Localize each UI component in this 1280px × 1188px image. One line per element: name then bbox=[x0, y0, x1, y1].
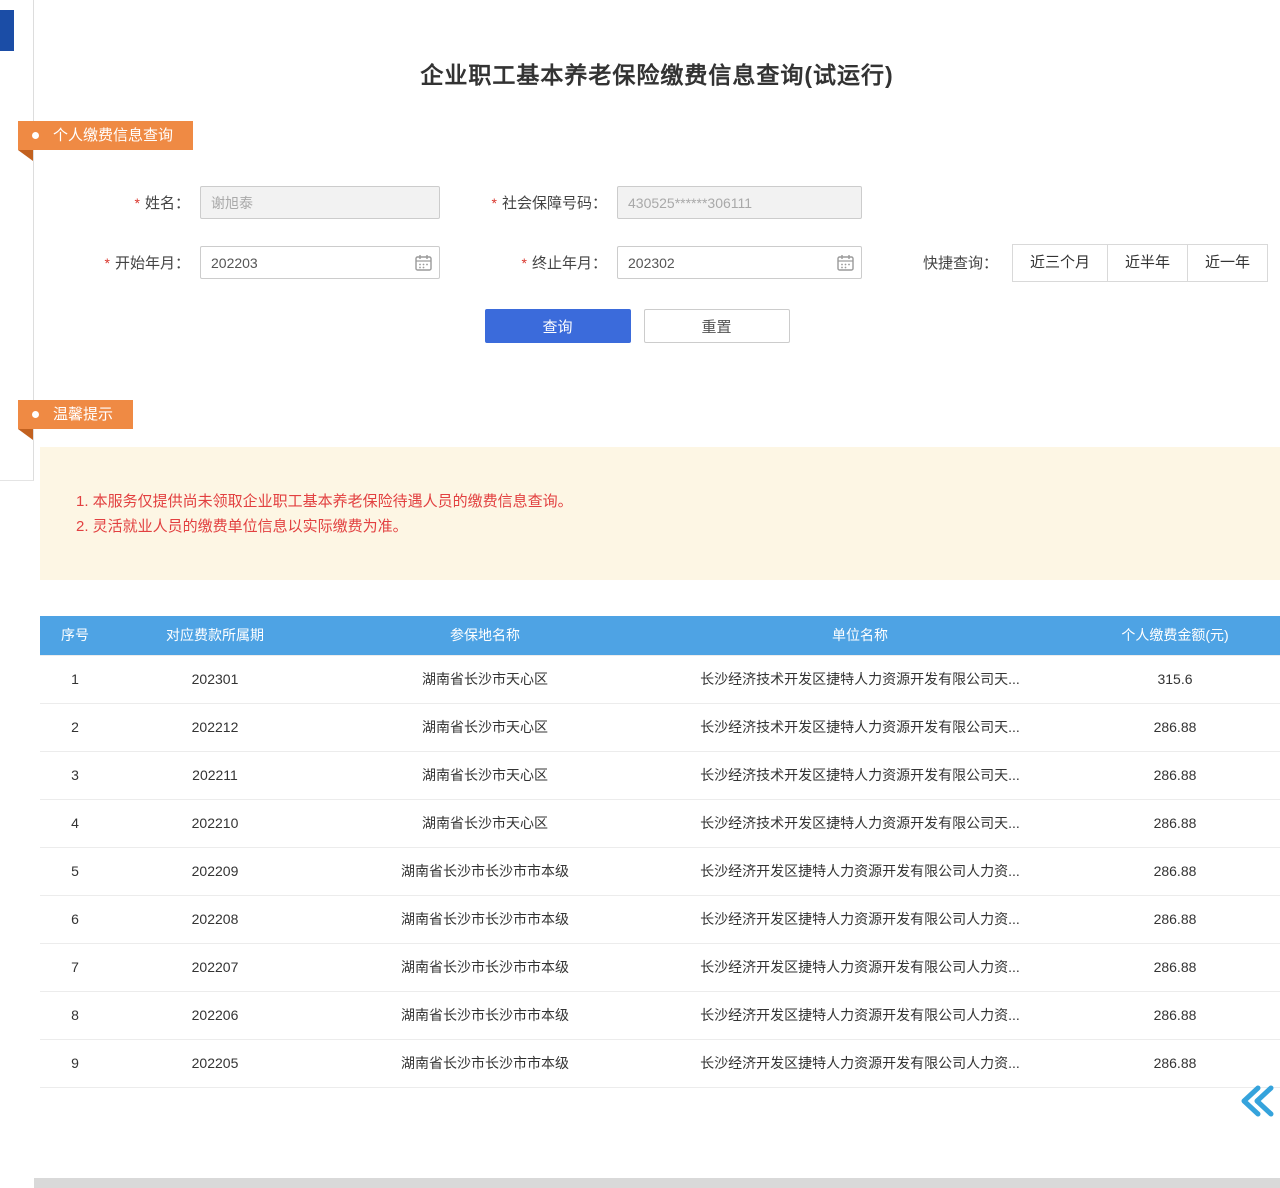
col-header-period: 对应费款所属期 bbox=[110, 616, 320, 655]
cell-seq: 2 bbox=[40, 703, 110, 751]
cell-insured-place: 湖南省长沙市长沙市市本级 bbox=[320, 847, 650, 895]
cell-employer: 长沙经济开发区捷特人力资源开发有限公司人力资... bbox=[650, 847, 1070, 895]
end-month-input[interactable] bbox=[617, 246, 862, 279]
cell-amount: 286.88 bbox=[1070, 943, 1280, 991]
cell-insured-place: 湖南省长沙市长沙市市本级 bbox=[320, 991, 650, 1039]
calendar-icon[interactable] bbox=[837, 254, 854, 271]
cell-amount: 286.88 bbox=[1070, 799, 1280, 847]
cell-amount: 286.88 bbox=[1070, 703, 1280, 751]
main-content: 企业职工基本养老保险缴费信息查询(试运行) 个人缴费信息查询 *姓名： *社会保… bbox=[34, 0, 1280, 1188]
query-form: *姓名： *社会保障号码： *开始年月： *终止年月： bbox=[34, 186, 1280, 343]
cell-insured-place: 湖南省长沙市长沙市市本级 bbox=[320, 943, 650, 991]
cell-insured-place: 湖南省长沙市长沙市市本级 bbox=[320, 1039, 650, 1087]
calendar-icon[interactable] bbox=[415, 254, 432, 271]
quick-query-group: 近三个月 近半年 近一年 bbox=[1012, 244, 1268, 282]
cell-period: 202207 bbox=[110, 943, 320, 991]
section-header-label: 个人缴费信息查询 bbox=[53, 127, 173, 144]
cell-amount: 286.88 bbox=[1070, 847, 1280, 895]
cell-amount: 286.88 bbox=[1070, 895, 1280, 943]
ssn-input[interactable] bbox=[617, 186, 862, 219]
quick-half-year-button[interactable]: 近半年 bbox=[1107, 244, 1188, 282]
table-header-row: 序号 对应费款所属期 参保地名称 单位名称 个人缴费金额(元) bbox=[40, 616, 1280, 655]
cell-amount: 286.88 bbox=[1070, 1039, 1280, 1087]
tips-line: 2. 灵活就业人员的缴费单位信息以实际缴费为准。 bbox=[76, 514, 1280, 539]
cell-amount: 286.88 bbox=[1070, 991, 1280, 1039]
cell-seq: 9 bbox=[40, 1039, 110, 1087]
cell-period: 202212 bbox=[110, 703, 320, 751]
table-row: 6 202208 湖南省长沙市长沙市市本级 长沙经济开发区捷特人力资源开发有限公… bbox=[40, 895, 1280, 943]
required-asterisk: * bbox=[522, 255, 527, 271]
cell-seq: 4 bbox=[40, 799, 110, 847]
name-label: *姓名： bbox=[34, 192, 190, 213]
quick-1-year-button[interactable]: 近一年 bbox=[1187, 244, 1268, 282]
table-row: 8 202206 湖南省长沙市长沙市市本级 长沙经济开发区捷特人力资源开发有限公… bbox=[40, 991, 1280, 1039]
cell-employer: 长沙经济开发区捷特人力资源开发有限公司人力资... bbox=[650, 1039, 1070, 1087]
cell-seq: 5 bbox=[40, 847, 110, 895]
payment-table: 序号 对应费款所属期 参保地名称 单位名称 个人缴费金额(元) 1 202301… bbox=[40, 616, 1280, 1088]
cell-period: 202206 bbox=[110, 991, 320, 1039]
cell-employer: 长沙经济开发区捷特人力资源开发有限公司人力资... bbox=[650, 943, 1070, 991]
cell-employer: 长沙经济技术开发区捷特人力资源开发有限公司天... bbox=[650, 751, 1070, 799]
col-header-employer: 单位名称 bbox=[650, 616, 1070, 655]
cell-employer: 长沙经济技术开发区捷特人力资源开发有限公司天... bbox=[650, 655, 1070, 703]
cell-seq: 3 bbox=[40, 751, 110, 799]
table-row: 2 202212 湖南省长沙市天心区 长沙经济技术开发区捷特人力资源开发有限公司… bbox=[40, 703, 1280, 751]
cell-employer: 长沙经济开发区捷特人力资源开发有限公司人力资... bbox=[650, 895, 1070, 943]
bullet-dot-icon bbox=[32, 132, 39, 139]
tips-box: 1. 本服务仅提供尚未领取企业职工基本养老保险待遇人员的缴费信息查询。 2. 灵… bbox=[40, 447, 1280, 580]
cell-period: 202211 bbox=[110, 751, 320, 799]
required-asterisk: * bbox=[492, 195, 497, 211]
cell-seq: 1 bbox=[40, 655, 110, 703]
col-header-seq: 序号 bbox=[40, 616, 110, 655]
cell-insured-place: 湖南省长沙市长沙市市本级 bbox=[320, 895, 650, 943]
cell-seq: 7 bbox=[40, 943, 110, 991]
query-button[interactable]: 查询 bbox=[485, 309, 631, 343]
bottom-scrollbar-track[interactable] bbox=[34, 1178, 1280, 1188]
ssn-label: *社会保障号码： bbox=[440, 192, 607, 213]
section-header-label: 温馨提示 bbox=[53, 406, 113, 423]
cell-amount: 286.88 bbox=[1070, 751, 1280, 799]
payment-table-body: 1 202301 湖南省长沙市天心区 长沙经济技术开发区捷特人力资源开发有限公司… bbox=[40, 655, 1280, 1087]
sidebar-collapsed-tab[interactable] bbox=[0, 10, 14, 51]
cell-insured-place: 湖南省长沙市天心区 bbox=[320, 799, 650, 847]
tips-line: 1. 本服务仅提供尚未领取企业职工基本养老保险待遇人员的缴费信息查询。 bbox=[76, 489, 1280, 514]
cell-employer: 长沙经济开发区捷特人力资源开发有限公司人力资... bbox=[650, 991, 1070, 1039]
end-month-label: *终止年月： bbox=[440, 252, 607, 273]
reset-button[interactable]: 重置 bbox=[644, 309, 790, 343]
required-asterisk: * bbox=[135, 195, 140, 211]
cell-seq: 6 bbox=[40, 895, 110, 943]
col-header-insured-place: 参保地名称 bbox=[320, 616, 650, 655]
section-header-tips: 温馨提示 bbox=[18, 400, 133, 429]
cell-period: 202301 bbox=[110, 655, 320, 703]
cell-insured-place: 湖南省长沙市天心区 bbox=[320, 655, 650, 703]
cell-period: 202209 bbox=[110, 847, 320, 895]
table-row: 1 202301 湖南省长沙市天心区 长沙经济技术开发区捷特人力资源开发有限公司… bbox=[40, 655, 1280, 703]
page-title: 企业职工基本养老保险缴费信息查询(试运行) bbox=[34, 0, 1280, 90]
required-asterisk: * bbox=[105, 255, 110, 271]
quick-query-label: 快捷查询： bbox=[923, 252, 998, 273]
quick-3-months-button[interactable]: 近三个月 bbox=[1012, 244, 1108, 282]
start-month-label: *开始年月： bbox=[34, 252, 190, 273]
cell-period: 202210 bbox=[110, 799, 320, 847]
cell-insured-place: 湖南省长沙市天心区 bbox=[320, 703, 650, 751]
cell-employer: 长沙经济技术开发区捷特人力资源开发有限公司天... bbox=[650, 703, 1070, 751]
cell-seq: 8 bbox=[40, 991, 110, 1039]
section-header-personal-payment-query: 个人缴费信息查询 bbox=[18, 121, 193, 150]
table-row: 7 202207 湖南省长沙市长沙市市本级 长沙经济开发区捷特人力资源开发有限公… bbox=[40, 943, 1280, 991]
table-row: 9 202205 湖南省长沙市长沙市市本级 长沙经济开发区捷特人力资源开发有限公… bbox=[40, 1039, 1280, 1087]
cell-period: 202208 bbox=[110, 895, 320, 943]
table-row: 5 202209 湖南省长沙市长沙市市本级 长沙经济开发区捷特人力资源开发有限公… bbox=[40, 847, 1280, 895]
table-row: 3 202211 湖南省长沙市天心区 长沙经济技术开发区捷特人力资源开发有限公司… bbox=[40, 751, 1280, 799]
name-input[interactable] bbox=[200, 186, 440, 219]
cell-insured-place: 湖南省长沙市天心区 bbox=[320, 751, 650, 799]
double-chevron-left-icon[interactable] bbox=[1238, 1082, 1276, 1120]
table-row: 4 202210 湖南省长沙市天心区 长沙经济技术开发区捷特人力资源开发有限公司… bbox=[40, 799, 1280, 847]
bullet-dot-icon bbox=[32, 411, 39, 418]
cell-period: 202205 bbox=[110, 1039, 320, 1087]
payment-table-wrap: 序号 对应费款所属期 参保地名称 单位名称 个人缴费金额(元) 1 202301… bbox=[40, 616, 1280, 1088]
start-month-input[interactable] bbox=[200, 246, 440, 279]
cell-employer: 长沙经济技术开发区捷特人力资源开发有限公司天... bbox=[650, 799, 1070, 847]
cell-amount: 315.6 bbox=[1070, 655, 1280, 703]
col-header-amount: 个人缴费金额(元) bbox=[1070, 616, 1280, 655]
